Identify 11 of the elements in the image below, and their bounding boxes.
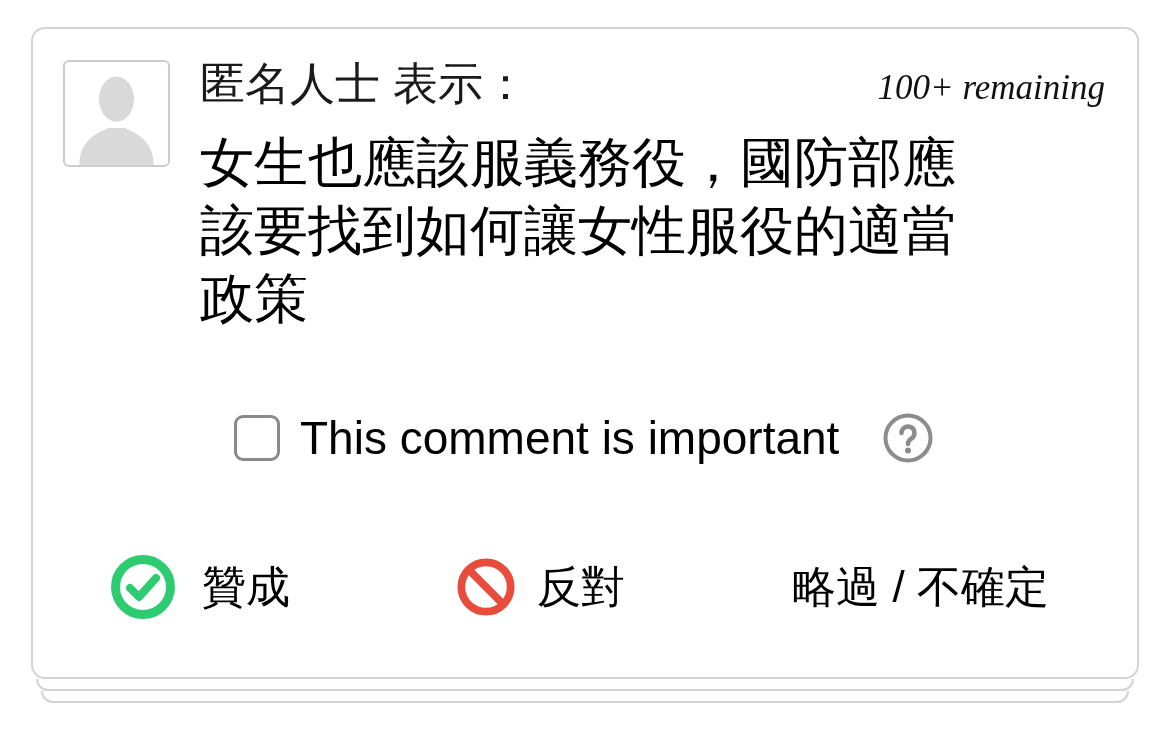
agree-button[interactable]: 贊成 [111, 555, 290, 619]
help-icon[interactable] [883, 413, 934, 463]
author-label: 匿名人士 表示： [200, 57, 528, 111]
skip-button[interactable]: 略過 / 不確定 [792, 559, 1049, 615]
remaining-count: 100+ remaining [877, 68, 1105, 108]
important-checkbox[interactable] [234, 415, 280, 461]
disagree-button[interactable]: 反對 [457, 558, 626, 616]
comment-text: 女生也應該服義務役，國防部應該要找到如何讓女性服役的適當政策 [200, 131, 957, 330]
check-circle-icon [111, 555, 175, 619]
important-label[interactable]: This comment is important [300, 410, 840, 466]
prohibited-icon [457, 558, 516, 616]
